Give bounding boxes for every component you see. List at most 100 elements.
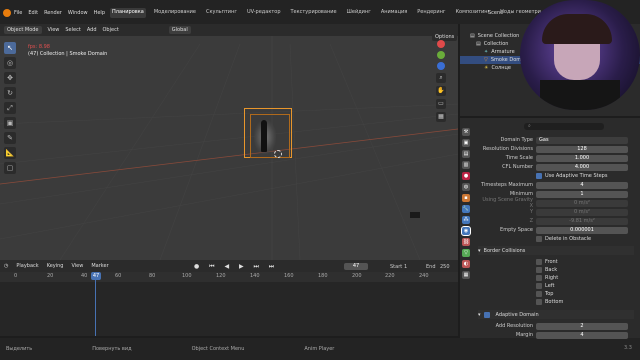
- border-top-checkbox[interactable]: Top: [536, 291, 553, 297]
- border-bottom-checkbox[interactable]: Bottom: [536, 299, 563, 305]
- y-axis-icon[interactable]: [437, 51, 445, 59]
- adaptive-domain-checkbox[interactable]: [483, 311, 490, 318]
- mode-dropdown[interactable]: Object Mode: [4, 26, 42, 34]
- camera-view-icon[interactable]: ▭: [436, 99, 446, 109]
- timesteps-min-field[interactable]: 1: [536, 190, 628, 198]
- delete-obstacle-checkbox[interactable]: Delete in Obstacle: [536, 236, 591, 242]
- prop-label: Time Scale: [505, 155, 533, 161]
- transform-orientation[interactable]: Global: [168, 26, 191, 34]
- border-left-checkbox[interactable]: Left: [536, 283, 554, 289]
- adaptive-time-checkbox[interactable]: Use Adaptive Time Steps: [536, 173, 607, 179]
- object-tab-icon[interactable]: ▪: [462, 194, 470, 202]
- prop-row: Using Scene Gravity X0 m/s²: [478, 197, 638, 209]
- properties-search[interactable]: ⌕: [524, 123, 604, 130]
- tab-sculpting[interactable]: Скульптинг: [204, 8, 239, 18]
- keying-menu[interactable]: Keying: [47, 263, 64, 269]
- border-label: Left: [545, 283, 555, 289]
- tab-texture[interactable]: Текстурирование: [289, 8, 339, 18]
- material-tab-icon[interactable]: ◐: [462, 260, 470, 268]
- playback-controls[interactable]: ● ⏮ ◀ ▶ ⏭ ⏭: [194, 263, 278, 271]
- timeline-editor-icon[interactable]: ◷: [4, 263, 8, 269]
- measure-tool-icon[interactable]: 📐: [4, 147, 16, 159]
- border-back-checkbox[interactable]: Back: [536, 267, 557, 273]
- tab-shading[interactable]: Шейдинг: [345, 8, 373, 18]
- tab-rendering[interactable]: Рендеринг: [415, 8, 447, 18]
- resolution-field[interactable]: 128: [536, 145, 628, 153]
- output-tab-icon[interactable]: ▤: [462, 150, 470, 158]
- workspace-tabs: Планировка Моделирование Скульптинг UV-р…: [110, 8, 543, 18]
- border-collisions-panel-header[interactable]: ▾ Border Collisions: [478, 246, 634, 255]
- rotate-tool-icon[interactable]: ↻: [4, 87, 16, 99]
- start-label: Start: [390, 264, 403, 270]
- start-field[interactable]: 1: [404, 264, 407, 270]
- prop-row: Domain Type Gas: [478, 136, 638, 144]
- tool-tab-icon[interactable]: ⚒: [462, 128, 470, 136]
- x-axis-icon[interactable]: [437, 40, 445, 48]
- add-cube-tool-icon[interactable]: ▢: [4, 162, 16, 174]
- render-tab-icon[interactable]: ▣: [462, 139, 470, 147]
- empty-space-field[interactable]: 0.000001: [536, 226, 628, 234]
- prop-row: Y0 m/s²: [478, 208, 638, 216]
- world-tab-icon[interactable]: ◍: [462, 183, 470, 191]
- sun-light-icon[interactable]: [410, 212, 420, 218]
- ruler-tick: 180: [318, 273, 328, 279]
- margin-field[interactable]: 4: [536, 331, 628, 339]
- particles-tab-icon[interactable]: ⁂: [462, 216, 470, 224]
- domain-type-dropdown[interactable]: Gas: [536, 136, 628, 144]
- playhead-frame[interactable]: 47: [91, 272, 101, 280]
- select-tool-icon[interactable]: ↖: [4, 42, 16, 54]
- blender-logo-icon[interactable]: [3, 9, 11, 17]
- select-menu[interactable]: Select: [65, 27, 80, 33]
- object-menu[interactable]: Object: [103, 27, 119, 33]
- menu-window[interactable]: Window: [68, 10, 88, 16]
- scale-tool-icon[interactable]: ⤢: [4, 102, 16, 114]
- frame-ruler[interactable]: 0 20 40 60 80 100 120 140 160 180 200 22…: [0, 272, 458, 282]
- armature-character[interactable]: [261, 120, 267, 152]
- menu-render[interactable]: Render: [44, 10, 62, 16]
- view-layer-tab-icon[interactable]: ▥: [462, 161, 470, 169]
- modifier-tab-icon[interactable]: 🔧: [462, 205, 470, 213]
- view-menu[interactable]: View: [48, 27, 60, 33]
- scene-selector[interactable]: Scene: [488, 10, 503, 16]
- playback-menu[interactable]: Playback: [16, 263, 38, 269]
- timesteps-max-field[interactable]: 4: [536, 181, 628, 189]
- transform-tool-icon[interactable]: ▣: [4, 117, 16, 129]
- time-scale-field[interactable]: 1.000: [536, 154, 628, 162]
- data-tab-icon[interactable]: ▽: [462, 249, 470, 257]
- add-resolution-field[interactable]: 2: [536, 322, 628, 330]
- gravity-y-field: 0 m/s²: [536, 208, 628, 216]
- border-label: Bottom: [545, 299, 564, 305]
- current-frame-field[interactable]: 47: [344, 263, 368, 270]
- border-front-checkbox[interactable]: Front: [536, 259, 558, 265]
- constraints-tab-icon[interactable]: ⛓: [462, 238, 470, 246]
- tab-uv[interactable]: UV-редактор: [245, 8, 283, 18]
- scene-tab-icon[interactable]: ●: [462, 172, 470, 180]
- ruler-tick: 80: [149, 273, 156, 279]
- physics-tab-icon[interactable]: ◉: [461, 226, 471, 236]
- tab-compositing[interactable]: Композитинг: [453, 8, 492, 18]
- add-menu[interactable]: Add: [87, 27, 97, 33]
- menu-file[interactable]: File: [14, 10, 22, 16]
- marker-menu[interactable]: Marker: [91, 263, 108, 269]
- tab-modeling[interactable]: Моделирование: [152, 8, 198, 18]
- cfl-field[interactable]: 4.000: [536, 163, 628, 171]
- 3d-viewport[interactable]: [0, 24, 458, 260]
- end-field[interactable]: 250: [440, 264, 450, 270]
- pan-icon[interactable]: ✋: [436, 86, 446, 96]
- menu-edit[interactable]: Edit: [28, 10, 38, 16]
- annotate-tool-icon[interactable]: ✎: [4, 132, 16, 144]
- cursor-tool-icon[interactable]: ◎: [4, 57, 16, 69]
- navigation-gizmo[interactable]: ⌕ ✋ ▭ ▦: [426, 40, 456, 130]
- z-axis-icon[interactable]: [437, 62, 445, 70]
- tab-layout[interactable]: Планировка: [110, 8, 146, 18]
- ruler-tick: 40: [81, 273, 88, 279]
- border-right-checkbox[interactable]: Right: [536, 275, 558, 281]
- ortho-toggle-icon[interactable]: ▦: [436, 112, 446, 122]
- move-tool-icon[interactable]: ✥: [4, 72, 16, 84]
- zoom-icon[interactable]: ⌕: [436, 73, 446, 83]
- tab-animation[interactable]: Анимация: [379, 8, 409, 18]
- timeline-view-menu[interactable]: View: [71, 263, 83, 269]
- adaptive-domain-panel-header[interactable]: ▾ Adaptive Domain: [478, 310, 634, 319]
- texture-tab-icon[interactable]: ▦: [462, 271, 470, 279]
- menu-help[interactable]: Help: [94, 10, 105, 16]
